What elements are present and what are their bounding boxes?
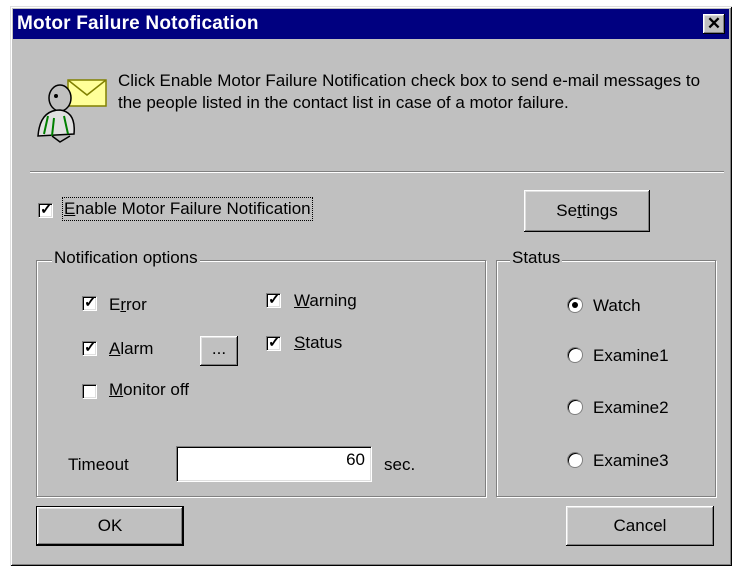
status-legend: Status bbox=[510, 248, 563, 268]
status-label[interactable]: Status bbox=[294, 333, 342, 353]
check-mark-icon: ✓ bbox=[84, 294, 97, 311]
check-mark-icon: ✓ bbox=[268, 291, 281, 308]
dialog-title: Motor Failure Notofication bbox=[17, 13, 259, 34]
status-option-examine1[interactable]: Examine1 bbox=[593, 346, 669, 366]
settings-button[interactable]: Settings bbox=[524, 190, 650, 232]
warning-label[interactable]: Warning bbox=[294, 291, 357, 311]
warning-checkbox[interactable]: ✓ bbox=[266, 291, 281, 308]
enable-notification-label[interactable]: Enable Motor Failure Notification bbox=[62, 197, 313, 221]
status-option-examine3[interactable]: Examine3 bbox=[593, 451, 669, 471]
status-radio-watch[interactable] bbox=[567, 297, 583, 313]
enable-notification-checkbox[interactable]: ✓ bbox=[38, 201, 53, 218]
status-option-watch[interactable]: Watch bbox=[593, 296, 641, 316]
status-checkbox[interactable]: ✓ bbox=[266, 334, 281, 351]
status-radio-examine2[interactable] bbox=[567, 399, 583, 415]
status-radio-examine1[interactable] bbox=[567, 347, 583, 363]
notification-options-legend: Notification options bbox=[52, 248, 200, 268]
error-label[interactable]: Error bbox=[109, 295, 147, 315]
close-button[interactable]: ✕ bbox=[703, 14, 725, 34]
ok-button[interactable]: OK bbox=[36, 506, 184, 546]
header-separator bbox=[30, 171, 724, 173]
alarm-more-button[interactable]: ... bbox=[200, 336, 238, 366]
timeout-unit: sec. bbox=[384, 455, 416, 474]
cancel-button[interactable]: Cancel bbox=[566, 506, 714, 546]
status-option-examine2[interactable]: Examine2 bbox=[593, 398, 669, 418]
timeout-label: Timeout bbox=[68, 455, 129, 474]
status-radio-examine3[interactable] bbox=[567, 452, 583, 468]
monitor-off-label[interactable]: Monitor off bbox=[109, 380, 189, 400]
alarm-label[interactable]: Alarm bbox=[109, 339, 153, 359]
timeout-input[interactable]: 60 bbox=[176, 446, 372, 482]
error-checkbox[interactable]: ✓ bbox=[82, 294, 97, 311]
radio-dot-icon bbox=[572, 302, 578, 308]
check-mark-icon: ✓ bbox=[40, 201, 53, 218]
alarm-checkbox[interactable]: ✓ bbox=[82, 339, 97, 356]
motor-failure-dialog: Motor Failure Notofication ✕ Click Enabl… bbox=[10, 6, 732, 566]
check-mark-icon: ✓ bbox=[84, 339, 97, 356]
header-message: Click Enable Motor Failure Notification … bbox=[118, 71, 701, 112]
monitor-off-checkbox[interactable] bbox=[82, 384, 97, 399]
check-mark-icon: ✓ bbox=[268, 334, 281, 351]
title-bar[interactable]: Motor Failure Notofication ✕ bbox=[13, 9, 729, 39]
mail-person-icon bbox=[37, 79, 107, 143]
